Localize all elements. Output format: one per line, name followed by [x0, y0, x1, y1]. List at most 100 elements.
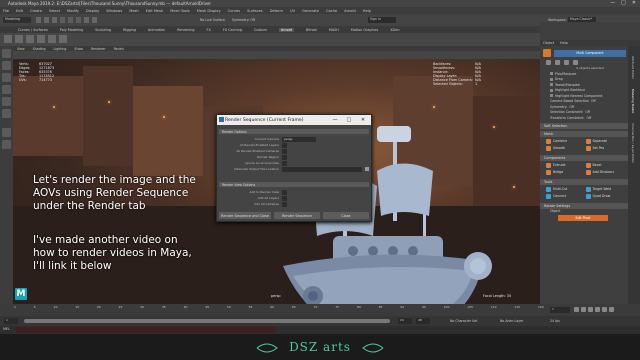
shelf-tab-fx[interactable]: FX: [207, 28, 211, 32]
viewport-menu-panels[interactable]: Panels: [114, 47, 124, 51]
bridge-button[interactable]: Bridge: [546, 169, 583, 175]
camera-dropdown[interactable]: persp: [282, 136, 316, 142]
maximize-button[interactable]: □: [621, 0, 626, 6]
dialog-close-button[interactable]: ✕: [357, 115, 369, 125]
checkbox[interactable]: [282, 189, 287, 195]
fps-dropdown[interactable]: 24 fps: [550, 319, 560, 323]
time-slider[interactable]: 1 5 10 15 20 25 30 35 40 45 50 55 60 65 70 75 80 85 90 95 10…: [0, 304, 640, 316]
menu-item-surfaces[interactable]: Surfaces: [247, 9, 263, 13]
viewport-menu-renderer[interactable]: Renderer: [91, 47, 106, 51]
viewport-menu-lighting[interactable]: Lighting: [54, 47, 67, 51]
face-mode-icon[interactable]: [564, 59, 569, 65]
sign-in-button[interactable]: Sign In: [368, 17, 396, 23]
shelf-tab-mash[interactable]: MASH: [329, 28, 339, 32]
checkbox[interactable]: [282, 195, 287, 201]
minimize-button[interactable]: —: [610, 0, 615, 6]
section-header[interactable]: Render Options: [219, 129, 369, 134]
menu-item-mesh-display[interactable]: Mesh Display: [197, 9, 221, 13]
render-sequence-and-close-button[interactable]: Render Sequence and Close: [219, 212, 271, 219]
shelf-tab-custom[interactable]: Custom: [254, 28, 267, 32]
transform-constraint-row[interactable]: Transform Constraint: Off: [540, 115, 640, 121]
menu-item-curves[interactable]: Curves: [228, 9, 240, 13]
shelf-tab-animation[interactable]: Animation: [148, 28, 165, 32]
object-row[interactable]: Object: [540, 209, 640, 215]
single-pane-icon[interactable]: [2, 128, 11, 137]
checkbox[interactable]: [550, 83, 553, 87]
checkbox[interactable]: [282, 154, 287, 160]
object-mode-icon[interactable]: [543, 49, 551, 57]
close-dialog-button[interactable]: Close: [323, 212, 369, 219]
tab-help[interactable]: Help: [560, 41, 568, 45]
rotate-tool-icon[interactable]: [2, 97, 11, 106]
edit-pivot-button[interactable]: Edit Pivot: [558, 215, 608, 221]
separate-button[interactable]: Separate: [585, 138, 623, 144]
move-tool-icon[interactable]: [2, 85, 11, 94]
checkbox[interactable]: [550, 94, 553, 98]
target-weld-button[interactable]: Target Weld: [585, 186, 623, 192]
add-divisions-button[interactable]: Add Divisions: [585, 169, 623, 175]
shelf-tab-xgen[interactable]: XGen: [390, 28, 399, 32]
output-location-input[interactable]: [282, 166, 362, 172]
tab-modeling-toolkit[interactable]: Modeling Toolkit: [631, 89, 635, 113]
edge-mode-icon[interactable]: [555, 59, 560, 65]
multi-component-button[interactable]: Multi Component: [554, 49, 626, 57]
menu-item-modify[interactable]: Modify: [67, 9, 79, 13]
viewport-menu-view[interactable]: View: [17, 47, 25, 51]
shelf-tab-poly-modeling[interactable]: Poly Modeling: [60, 28, 83, 32]
render-sequence-button[interactable]: Render Sequence: [274, 212, 320, 219]
symmetry-label[interactable]: Symmetry: Off: [232, 18, 255, 22]
lasso-tool-icon[interactable]: [2, 61, 11, 70]
quad-draw-button[interactable]: Quad Draw: [585, 193, 623, 199]
menu-item-deform[interactable]: Deform: [270, 9, 283, 13]
menu-item-generate[interactable]: Generate: [302, 9, 319, 13]
section-header[interactable]: Render View Options: [219, 182, 369, 187]
tab-object[interactable]: Object: [543, 41, 554, 45]
checkbox[interactable]: [550, 77, 553, 81]
menu-item-create[interactable]: Create: [30, 9, 42, 13]
step-forward-icon[interactable]: [602, 307, 607, 312]
checkbox[interactable]: [282, 142, 287, 148]
tab-channel-box[interactable]: Channel Box / Layer Editor: [631, 123, 635, 163]
mode-dropdown[interactable]: Modeling: [3, 17, 31, 23]
range-end-field[interactable]: 24: [398, 318, 412, 324]
step-back-icon[interactable]: [581, 307, 586, 312]
live-surface-label[interactable]: No Live Surface: [200, 18, 225, 22]
smooth-button[interactable]: Smooth: [546, 145, 583, 151]
animation-end-field[interactable]: 48: [416, 318, 430, 324]
shelf-tab-arnold[interactable]: Arnold: [278, 27, 294, 32]
checkbox[interactable]: [550, 72, 553, 76]
shelf-tab-curves-surfaces[interactable]: Curves / Surfaces: [18, 28, 48, 32]
menu-item-select[interactable]: Select: [49, 9, 60, 13]
menu-item-windows[interactable]: Windows: [106, 9, 122, 13]
menu-item-arnold[interactable]: Arnold: [344, 9, 356, 13]
go-to-end-icon[interactable]: [609, 307, 614, 312]
menu-item-cache[interactable]: Cache: [326, 9, 337, 13]
shelf-tab-motion-graphics[interactable]: Motion Graphics: [351, 28, 379, 32]
dialog-minimize-button[interactable]: —: [329, 115, 341, 125]
anim-layer-dropdown[interactable]: No Anim Layer: [500, 319, 523, 323]
checkbox[interactable]: [282, 160, 287, 166]
play-forward-icon[interactable]: [595, 307, 600, 312]
checkbox[interactable]: [550, 88, 553, 92]
set-pos-button[interactable]: Set Pos: [585, 145, 623, 151]
folder-icon[interactable]: [365, 167, 369, 171]
shelf-tab-sculpting[interactable]: Sculpting: [95, 28, 111, 32]
range-bar[interactable]: [24, 319, 390, 323]
soft-selection-header[interactable]: Soft Selection: [540, 122, 640, 129]
menu-item-help[interactable]: Help: [363, 9, 371, 13]
shelf-tab-rigging[interactable]: Rigging: [123, 28, 136, 32]
viewport-menu-show[interactable]: Show: [74, 47, 83, 51]
checkbox[interactable]: [282, 201, 287, 207]
tab-attribute-editor[interactable]: Attribute Editor: [631, 56, 635, 79]
range-start-field[interactable]: 1: [4, 318, 18, 324]
extrude-button[interactable]: Extrude: [546, 162, 583, 168]
combine-button[interactable]: Combine: [546, 138, 583, 144]
go-to-start-icon[interactable]: [574, 307, 579, 312]
bevel-button[interactable]: Bevel: [585, 162, 623, 168]
current-frame-field[interactable]: 1: [550, 307, 570, 313]
dialog-maximize-button[interactable]: □: [343, 115, 355, 125]
shelf-tab-rendering[interactable]: Rendering: [177, 28, 194, 32]
close-button[interactable]: ✕: [632, 0, 636, 6]
play-back-icon[interactable]: [588, 307, 593, 312]
menu-item-display[interactable]: Display: [86, 9, 99, 13]
